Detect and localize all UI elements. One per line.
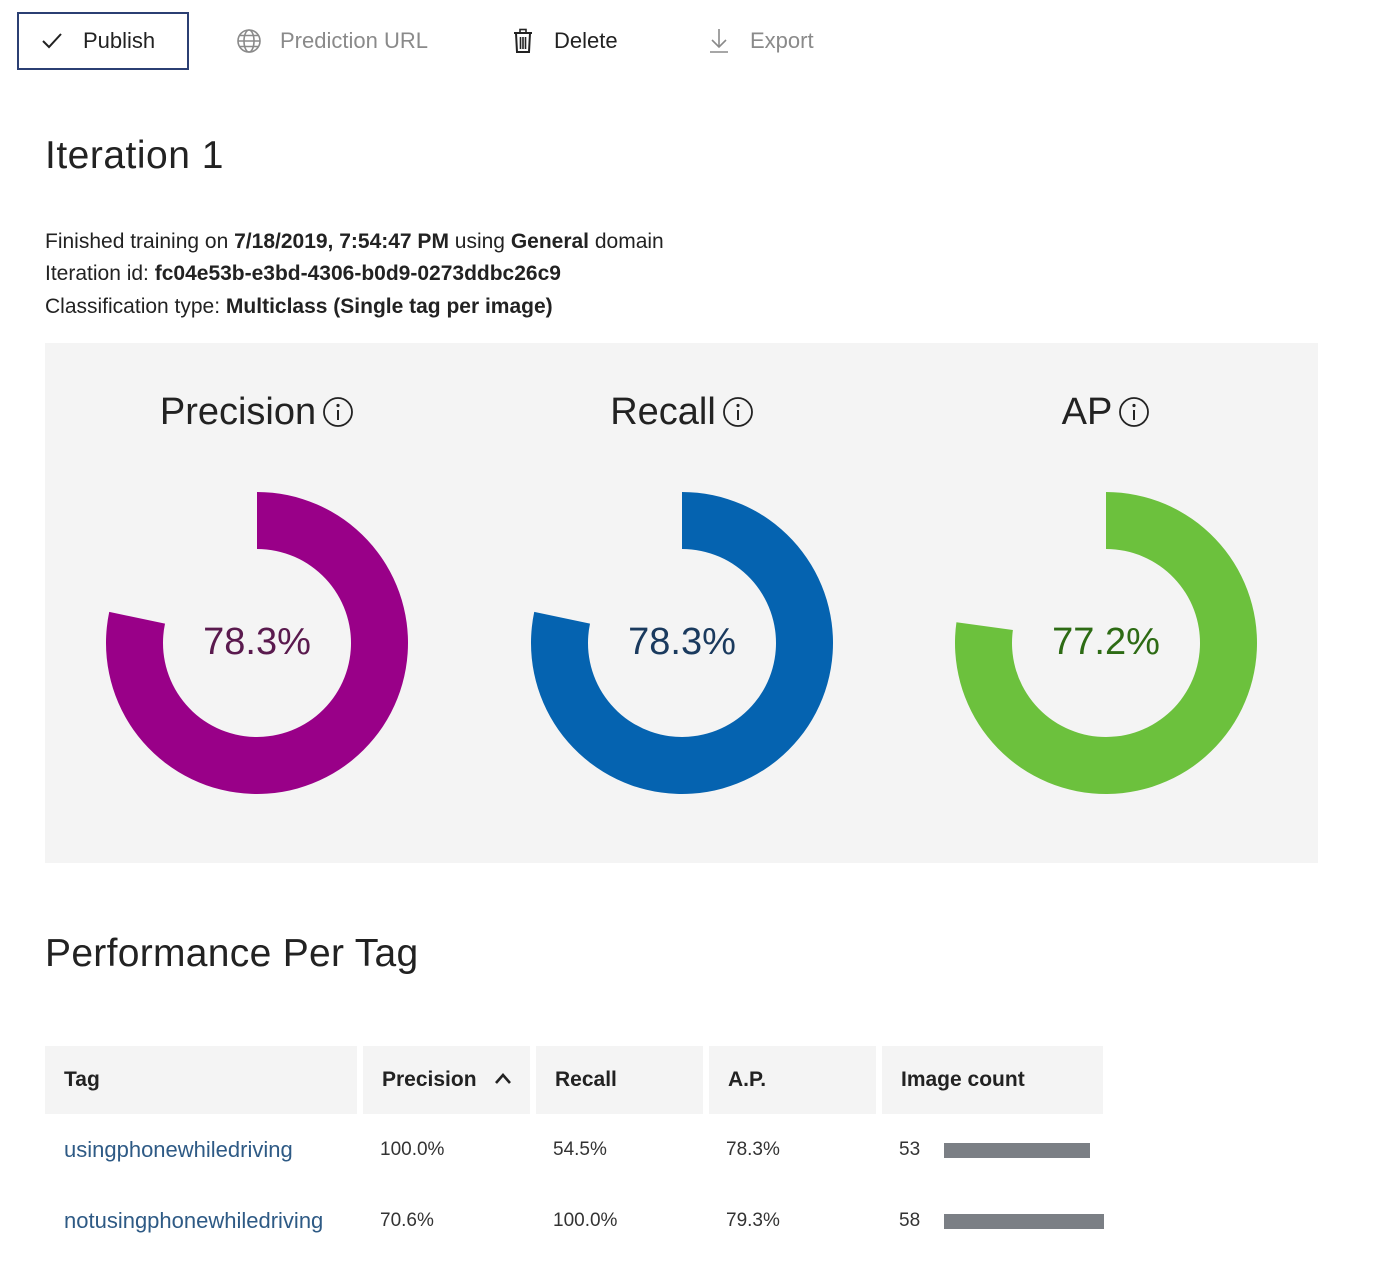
page-title: Iteration 1 <box>45 134 224 177</box>
classification-type-info: Classification type: Multiclass (Single … <box>45 295 553 319</box>
image-count-bar <box>944 1214 1104 1229</box>
column-header-label: Recall <box>555 1068 617 1091</box>
metric-title: Recall <box>470 391 894 434</box>
delete-button[interactable]: Delete <box>510 12 618 70</box>
table-header: Tag Precision Recall A.P. Image count <box>45 1046 1115 1114</box>
recall-metric: Recall 78.3% <box>470 343 894 863</box>
export-button[interactable]: Export <box>706 12 814 70</box>
metric-value: 77.2% <box>1052 621 1160 663</box>
image-count-cell: 53 <box>899 1139 921 1160</box>
metric-value: 78.3% <box>628 621 736 663</box>
globe-icon <box>236 28 262 54</box>
column-header-image-count[interactable]: Image count <box>882 1046 1103 1114</box>
iteration-id-value: fc04e53b-e3bd-4306-b0d9-0273ddbc26c9 <box>154 262 561 285</box>
download-icon <box>706 28 732 54</box>
tag-cell: notusingphonewhiledriving <box>45 1197 323 1245</box>
training-domain: General <box>510 230 590 253</box>
prediction-url-label: Prediction URL <box>280 28 428 53</box>
iteration-id-info: Iteration id: fc04e53b-e3bd-4306-b0d9-02… <box>45 262 561 286</box>
training-info: Finished training on 7/18/2019, 7:54:47 … <box>45 230 664 254</box>
export-label: Export <box>750 28 814 53</box>
tag-cell: usingphonewhiledriving <box>45 1126 293 1174</box>
trash-icon <box>510 28 536 54</box>
column-header-label: A.P. <box>728 1068 767 1091</box>
ap-cell: 78.3% <box>726 1139 780 1160</box>
metric-title: AP <box>894 391 1318 434</box>
metric-title-label: Recall <box>610 391 716 433</box>
metric-title: Precision <box>45 391 469 434</box>
training-suffix: domain <box>589 230 664 253</box>
table-row: notusingphonewhiledriving 70.6% 100.0% 7… <box>45 1197 1115 1245</box>
tag-link[interactable]: usingphonewhiledriving <box>64 1137 293 1163</box>
column-header-recall[interactable]: Recall <box>536 1046 703 1114</box>
metric-value: 78.3% <box>203 621 311 663</box>
precision-cell: 100.0% <box>380 1139 445 1160</box>
training-mid: using <box>448 230 511 253</box>
column-header-tag[interactable]: Tag <box>45 1046 357 1114</box>
training-date: 7/18/2019, 7:54:47 PM <box>234 230 449 253</box>
column-header-precision[interactable]: Precision <box>363 1046 530 1114</box>
ap-metric: AP 77.2% <box>894 343 1318 863</box>
column-header-ap[interactable]: A.P. <box>709 1046 876 1114</box>
sort-ascending-icon <box>493 1070 513 1090</box>
delete-label: Delete <box>554 28 618 53</box>
image-count-cell: 58 <box>899 1210 921 1231</box>
tag-link[interactable]: notusingphonewhiledriving <box>64 1208 323 1234</box>
metric-title-label: Precision <box>159 391 317 433</box>
info-icon[interactable] <box>722 395 754 427</box>
precision-metric: Precision 78.3% <box>45 343 469 863</box>
metrics-panel: Precision 78.3% Recall 78.3% AP 77.2% <box>45 343 1318 863</box>
info-icon[interactable] <box>1118 395 1150 427</box>
checkmark-icon <box>39 28 65 54</box>
iteration-id-label: Iteration id: <box>45 262 155 285</box>
training-prefix: Finished training on <box>45 230 235 253</box>
ap-cell: 79.3% <box>726 1210 780 1231</box>
column-header-label: Image count <box>901 1068 1025 1091</box>
classification-type-label: Classification type: <box>45 295 226 318</box>
column-header-label: Precision <box>382 1068 477 1091</box>
recall-cell: 100.0% <box>553 1210 618 1231</box>
image-count-bar <box>944 1143 1091 1158</box>
precision-cell: 70.6% <box>380 1210 434 1231</box>
metric-title-label: AP <box>1061 391 1113 433</box>
classification-type-value: Multiclass (Single tag per image) <box>225 295 553 318</box>
section-title: Performance Per Tag <box>45 932 419 975</box>
publish-button[interactable]: Publish <box>17 12 189 70</box>
command-bar: Publish Prediction URL Delete Export <box>0 0 1400 76</box>
publish-label: Publish <box>83 28 156 53</box>
recall-cell: 54.5% <box>553 1139 607 1160</box>
table-row: usingphonewhiledriving 100.0% 54.5% 78.3… <box>45 1126 1115 1174</box>
column-header-label: Tag <box>64 1068 100 1091</box>
prediction-url-button[interactable]: Prediction URL <box>236 12 428 70</box>
info-icon[interactable] <box>322 395 354 427</box>
